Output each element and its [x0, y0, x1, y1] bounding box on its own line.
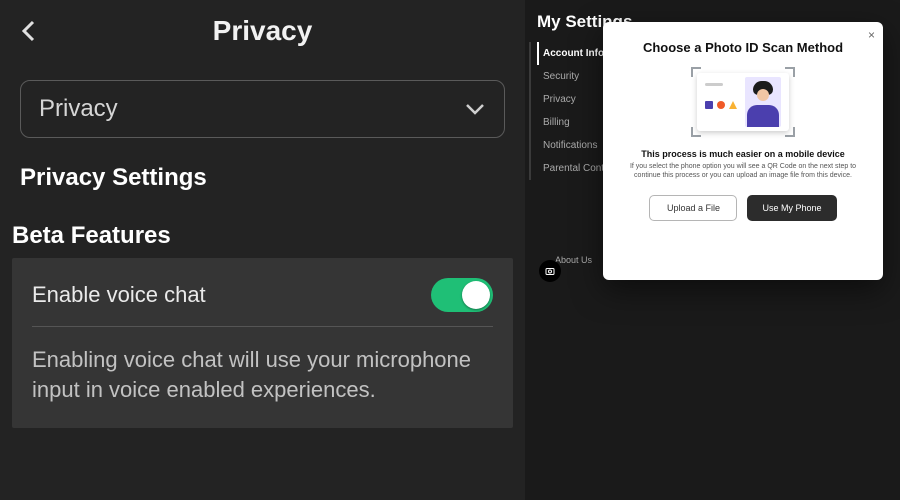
- chevron-down-icon: [464, 95, 486, 123]
- modal-actions: Upload a File Use My Phone: [621, 195, 865, 221]
- id-scan-modal: × Choose a Photo ID Scan Method This pro…: [603, 22, 883, 280]
- footer-about-us[interactable]: About Us: [555, 255, 592, 265]
- chevron-left-icon: [20, 19, 38, 43]
- toggle-knob: [462, 281, 490, 309]
- page-title: Privacy: [12, 15, 513, 47]
- modal-title: Choose a Photo ID Scan Method: [621, 40, 865, 55]
- person-photo-icon: [745, 77, 781, 127]
- back-button[interactable]: [12, 14, 46, 48]
- camera-search-icon[interactable]: [539, 260, 561, 282]
- section-title: Privacy Settings: [20, 164, 505, 192]
- privacy-dropdown[interactable]: Privacy: [20, 80, 505, 138]
- voice-chat-label: Enable voice chat: [32, 282, 206, 308]
- dropdown-selected-label: Privacy: [39, 95, 118, 123]
- use-my-phone-button[interactable]: Use My Phone: [747, 195, 836, 221]
- upload-file-button[interactable]: Upload a File: [649, 195, 737, 221]
- settings-pane: My Settings Account Info Security Privac…: [525, 0, 900, 500]
- voice-chat-toggle[interactable]: [431, 278, 493, 312]
- privacy-pane: Privacy Privacy Privacy Settings Beta Fe…: [0, 0, 525, 500]
- modal-subtitle: This process is much easier on a mobile …: [621, 149, 865, 159]
- left-header: Privacy: [12, 0, 513, 62]
- id-card-icon: [697, 73, 789, 131]
- voice-chat-row: Enable voice chat: [32, 278, 493, 327]
- lens-icon: [544, 265, 556, 277]
- footer-links: About Us: [555, 255, 592, 265]
- voice-chat-card: Enable voice chat Enabling voice chat wi…: [12, 258, 513, 428]
- voice-chat-description: Enabling voice chat will use your microp…: [32, 345, 493, 404]
- subsection-title: Beta Features: [12, 222, 513, 250]
- close-button[interactable]: ×: [868, 28, 875, 42]
- id-card-illustration: [621, 73, 865, 131]
- modal-description: If you select the phone option you will …: [621, 163, 865, 181]
